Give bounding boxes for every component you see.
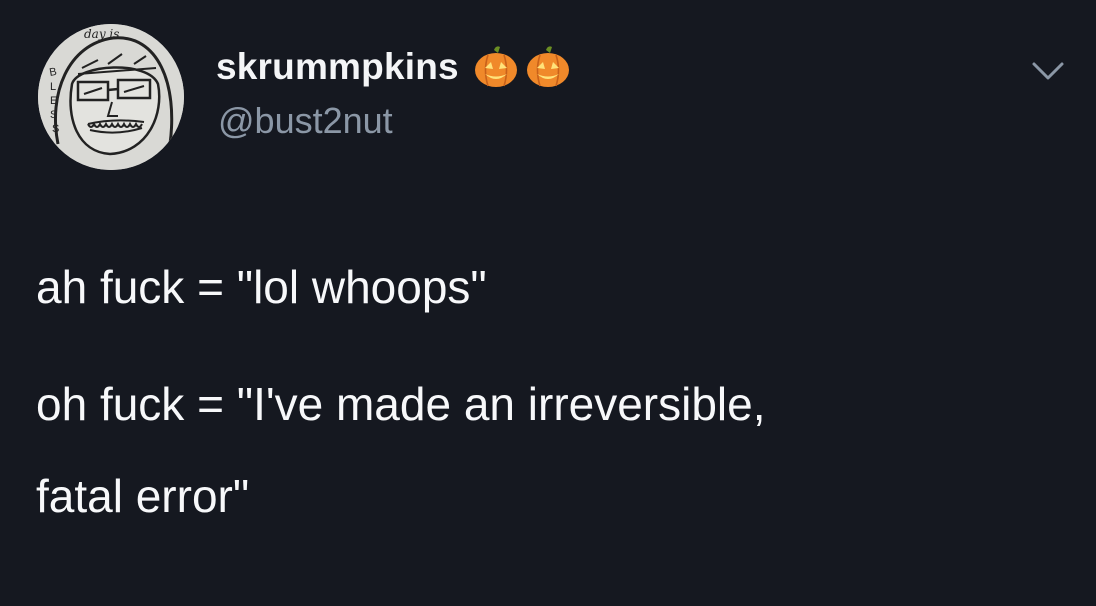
user-name-row: skrummpkins: [216, 42, 571, 92]
jack-o-lantern-icon: [474, 46, 517, 87]
svg-text:E: E: [50, 95, 57, 107]
tweet-text-line: oh fuck = "I've made an irreversible,: [36, 378, 766, 430]
tweet-card: B L E S S day is skrummpkins @bust2nut a…: [0, 0, 1096, 606]
user-handle[interactable]: @bust2nut: [218, 100, 393, 142]
avatar-drawing-icon: B L E S S day is: [38, 24, 184, 170]
svg-text:S: S: [50, 109, 57, 121]
jack-o-lantern-icon: [526, 46, 569, 87]
svg-text:day is: day is: [84, 27, 119, 41]
tweet-text-line: ah fuck = "lol whoops": [36, 261, 487, 313]
svg-text:S: S: [52, 123, 59, 135]
tweet-text-line: fatal error": [36, 470, 250, 522]
display-name[interactable]: skrummpkins: [216, 46, 459, 88]
avatar[interactable]: B L E S S day is: [38, 24, 184, 170]
chevron-down-icon[interactable]: [1028, 56, 1068, 86]
svg-text:L: L: [50, 81, 56, 93]
